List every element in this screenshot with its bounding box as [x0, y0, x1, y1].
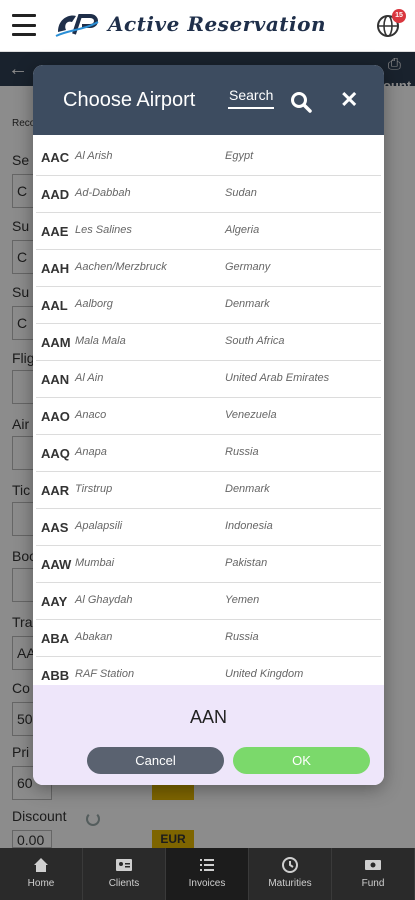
- airport-country: South Africa: [225, 335, 285, 347]
- airport-code: AAO: [41, 409, 70, 424]
- airport-name: RAF Station: [75, 668, 135, 680]
- dialog-title: Choose Airport: [63, 89, 196, 111]
- airport-row[interactable]: ABA Abakan Russia: [36, 620, 381, 657]
- bottom-nav: Home Clients Invoices Maturities Fund: [0, 848, 415, 900]
- airport-code: AAR: [41, 483, 70, 498]
- airport-country: Algeria: [225, 224, 260, 236]
- airport-name: Aalborg: [75, 298, 113, 310]
- airport-country: Russia: [225, 446, 259, 458]
- airport-code: AAY: [41, 594, 68, 609]
- airport-row[interactable]: AAC Al Arish Egypt: [36, 139, 381, 176]
- airport-country: Indonesia: [225, 520, 273, 532]
- airport-name: Al Ain: [75, 372, 104, 384]
- airport-country: Russia: [225, 631, 259, 643]
- menu-icon[interactable]: [12, 14, 36, 36]
- search-link[interactable]: Search: [229, 87, 273, 103]
- history-icon: [281, 856, 299, 874]
- airport-name: Al Arish: [75, 150, 113, 162]
- airport-name: Anapa: [75, 446, 107, 458]
- airport-row[interactable]: AAM Mala Mala South Africa: [36, 324, 381, 361]
- airport-name: Mumbai: [75, 557, 115, 569]
- airport-row[interactable]: AAR Tirstrup Denmark: [36, 472, 381, 509]
- airport-name: Aachen/Merzbruck: [75, 261, 167, 273]
- search-underline: [228, 107, 274, 109]
- airport-country: Germany: [225, 261, 271, 273]
- app-bar: Active Reservation 15: [0, 0, 415, 52]
- fund-icon: [364, 856, 382, 874]
- airport-name: Tirstrup: [75, 483, 113, 495]
- airport-row[interactable]: AAE Les Salines Algeria: [36, 213, 381, 250]
- nav-label: Invoices: [188, 878, 226, 889]
- nav-label: Clients: [108, 878, 140, 889]
- nav-home[interactable]: Home: [0, 848, 83, 900]
- airport-code: AAL: [41, 298, 68, 313]
- airport-country: Denmark: [225, 483, 270, 495]
- airport-row[interactable]: AAO Anaco Venezuela: [36, 398, 381, 435]
- airport-country: United Arab Emirates: [225, 372, 330, 384]
- airport-name: Anaco: [75, 409, 107, 421]
- airport-row[interactable]: AAH Aachen/Merzbruck Germany: [36, 250, 381, 287]
- airport-country: Yemen: [225, 594, 260, 606]
- airport-row[interactable]: AAS Apalapsili Indonesia: [36, 509, 381, 546]
- close-icon[interactable]: ✕: [340, 87, 358, 113]
- airport-name: Mala Mala: [75, 335, 126, 347]
- airport-name: Al Ghaydah: [75, 594, 133, 606]
- clients-icon: [115, 856, 133, 874]
- airport-name: Abakan: [75, 631, 113, 643]
- notification-badge: 15: [392, 9, 406, 23]
- airport-country: Egypt: [225, 150, 254, 162]
- airport-code: AAD: [41, 187, 70, 202]
- dialog-footer: AAN Cancel OK: [33, 685, 384, 785]
- airport-row[interactable]: AAN Al Ain United Arab Emirates: [36, 361, 381, 398]
- nav-label: Home: [27, 878, 55, 889]
- nav-invoices[interactable]: Invoices: [166, 848, 249, 900]
- brand-title: Active Reservation: [108, 12, 327, 36]
- airport-country: Pakistan: [225, 557, 268, 569]
- airport-list[interactable]: AAC Al Arish Egypt AAD Ad-Dabbah Sudan AAE Le…: [36, 139, 381, 745]
- airport-code: AAE: [41, 224, 69, 239]
- airport-code: AAQ: [41, 446, 70, 461]
- airport-country: Sudan: [225, 187, 257, 199]
- nav-maturities[interactable]: Maturities: [249, 848, 332, 900]
- airport-row[interactable]: AAQ Anapa Russia: [36, 435, 381, 472]
- airport-country: Venezuela: [225, 409, 277, 421]
- search-icon[interactable]: [290, 91, 312, 113]
- choose-airport-dialog: Choose Airport Search ✕ AAC Al Arish Egypt…: [33, 65, 384, 785]
- airport-country: United Kingdom: [225, 668, 304, 680]
- dialog-header: Choose Airport Search ✕: [33, 65, 384, 135]
- airport-row[interactable]: AAD Ad-Dabbah Sudan: [36, 176, 381, 213]
- ok-button[interactable]: OK: [233, 747, 370, 774]
- airport-code: AAW: [41, 557, 72, 572]
- invoices-icon: [198, 856, 216, 874]
- airport-code: AAS: [41, 520, 69, 535]
- cancel-button[interactable]: Cancel: [87, 747, 224, 774]
- home-icon: [32, 856, 50, 874]
- airport-name: Les Salines: [75, 224, 132, 236]
- airport-code: AAH: [41, 261, 70, 276]
- airport-code: AAN: [41, 372, 70, 387]
- logo-icon: [55, 14, 99, 37]
- selected-airport-code: AAN: [189, 707, 227, 727]
- airport-code: ABB: [41, 668, 70, 683]
- nav-label: Fund: [361, 878, 385, 889]
- nav-label: Maturities: [268, 878, 312, 889]
- airport-code: ABA: [41, 631, 70, 646]
- airport-row[interactable]: AAL Aalborg Denmark: [36, 287, 381, 324]
- airport-name: Ad-Dabbah: [75, 187, 131, 199]
- airport-row[interactable]: AAY Al Ghaydah Yemen: [36, 583, 381, 620]
- airport-name: Apalapsili: [75, 520, 123, 532]
- airport-row[interactable]: AAW Mumbai Pakistan: [36, 546, 381, 583]
- airport-country: Denmark: [225, 298, 270, 310]
- nav-clients[interactable]: Clients: [83, 848, 166, 900]
- nav-fund[interactable]: Fund: [332, 848, 415, 900]
- airport-code: AAC: [41, 150, 70, 165]
- airport-code: AAM: [41, 335, 71, 350]
